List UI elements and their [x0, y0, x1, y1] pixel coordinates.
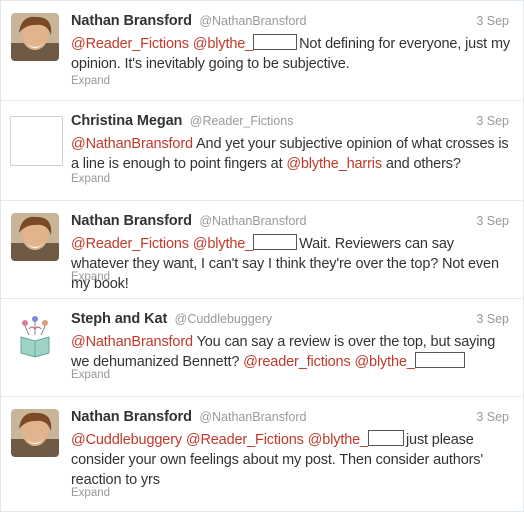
redaction-box	[253, 34, 298, 50]
user-photo-icon	[11, 409, 59, 457]
author-name[interactable]: Nathan Bransford	[71, 13, 192, 29]
avatar[interactable]	[11, 13, 59, 61]
tweet[interactable]: Christina Megan @Reader_Fictions 3 Sep @…	[1, 101, 523, 201]
author-handle[interactable]: @NathanBransford	[199, 214, 306, 228]
mention-link[interactable]: @blythe_	[193, 36, 253, 52]
redaction-box	[414, 352, 465, 368]
expand-link[interactable]: Expand	[71, 369, 110, 381]
mention-link[interactable]: @blythe_	[308, 432, 368, 448]
avatar[interactable]	[11, 311, 59, 359]
tweet-text: @Cuddlebuggery @Reader_Fictions @blythe_…	[71, 430, 511, 490]
user-photo-icon	[11, 13, 59, 61]
timestamp[interactable]: 3 Sep	[476, 114, 509, 128]
tweet-timeline: Nathan Bransford @NathanBransford 3 Sep …	[0, 0, 524, 512]
tweet-header: Nathan Bransford @NathanBransford 3 Sep	[71, 212, 509, 232]
avatar[interactable]	[11, 213, 59, 261]
mention-link[interactable]: @Reader_Fictions	[71, 236, 189, 252]
tweet-text: @Reader_Fictions @blythe_ Wait. Reviewers…	[71, 234, 511, 294]
tweet[interactable]: Nathan Bransford @NathanBransford 3 Sep …	[1, 397, 523, 511]
tweet-text: @NathanBransford And yet your subjective…	[71, 134, 511, 174]
author-handle[interactable]: @NathanBransford	[199, 14, 306, 28]
author-name[interactable]: Nathan Bransford	[71, 409, 192, 425]
avatar[interactable]	[10, 116, 63, 166]
tweet-header: Christina Megan @Reader_Fictions 3 Sep	[71, 112, 509, 132]
user-photo-icon	[11, 213, 59, 261]
redaction-box	[367, 430, 404, 446]
tweet-header: Nathan Bransford @NathanBransford 3 Sep	[71, 12, 509, 32]
expand-link[interactable]: Expand	[71, 271, 110, 283]
mention-link[interactable]: @Cuddlebuggery	[71, 432, 182, 448]
book-illustration-icon	[11, 311, 59, 359]
tweet-text: @Reader_Fictions @blythe_ Not defining fo…	[71, 34, 511, 74]
expand-link[interactable]: Expand	[71, 75, 110, 87]
avatar[interactable]	[11, 409, 59, 457]
tweet[interactable]: Nathan Bransford @NathanBransford 3 Sep …	[1, 201, 523, 299]
timestamp[interactable]: 3 Sep	[476, 14, 509, 28]
author-handle[interactable]: @Reader_Fictions	[190, 114, 294, 128]
timestamp[interactable]: 3 Sep	[476, 312, 509, 326]
mention-link[interactable]: @blythe_	[193, 236, 253, 252]
author-name[interactable]: Christina Megan	[71, 113, 182, 129]
expand-link[interactable]: Expand	[71, 173, 110, 185]
expand-link[interactable]: Expand	[71, 487, 110, 499]
tweet[interactable]: Nathan Bransford @NathanBransford 3 Sep …	[1, 1, 523, 101]
tweet-header: Steph and Kat @Cuddlebuggery 3 Sep	[71, 310, 509, 330]
author-handle[interactable]: @NathanBransford	[199, 410, 306, 424]
mention-link[interactable]: @reader_fictions	[243, 354, 351, 370]
mention-link[interactable]: @Reader_Fictions	[186, 432, 304, 448]
mention-link[interactable]: @Reader_Fictions	[71, 36, 189, 52]
timestamp[interactable]: 3 Sep	[476, 214, 509, 228]
mention-link[interactable]: @NathanBransford	[71, 136, 193, 152]
author-name[interactable]: Steph and Kat	[71, 311, 167, 327]
mention-link[interactable]: @blythe_harris	[286, 156, 382, 172]
author-handle[interactable]: @Cuddlebuggery	[175, 312, 272, 326]
tweet-header: Nathan Bransford @NathanBransford 3 Sep	[71, 408, 509, 428]
tweet-body: and others?	[381, 156, 461, 172]
redaction-box	[253, 234, 298, 250]
timestamp[interactable]: 3 Sep	[476, 410, 509, 424]
tweet[interactable]: Steph and Kat @Cuddlebuggery 3 Sep @Nath…	[1, 299, 523, 397]
mention-link[interactable]: @blythe_	[354, 354, 414, 370]
tweet-text: @NathanBransford You can say a review is…	[71, 332, 511, 372]
mention-link[interactable]: @NathanBransford	[71, 334, 193, 350]
author-name[interactable]: Nathan Bransford	[71, 213, 192, 229]
